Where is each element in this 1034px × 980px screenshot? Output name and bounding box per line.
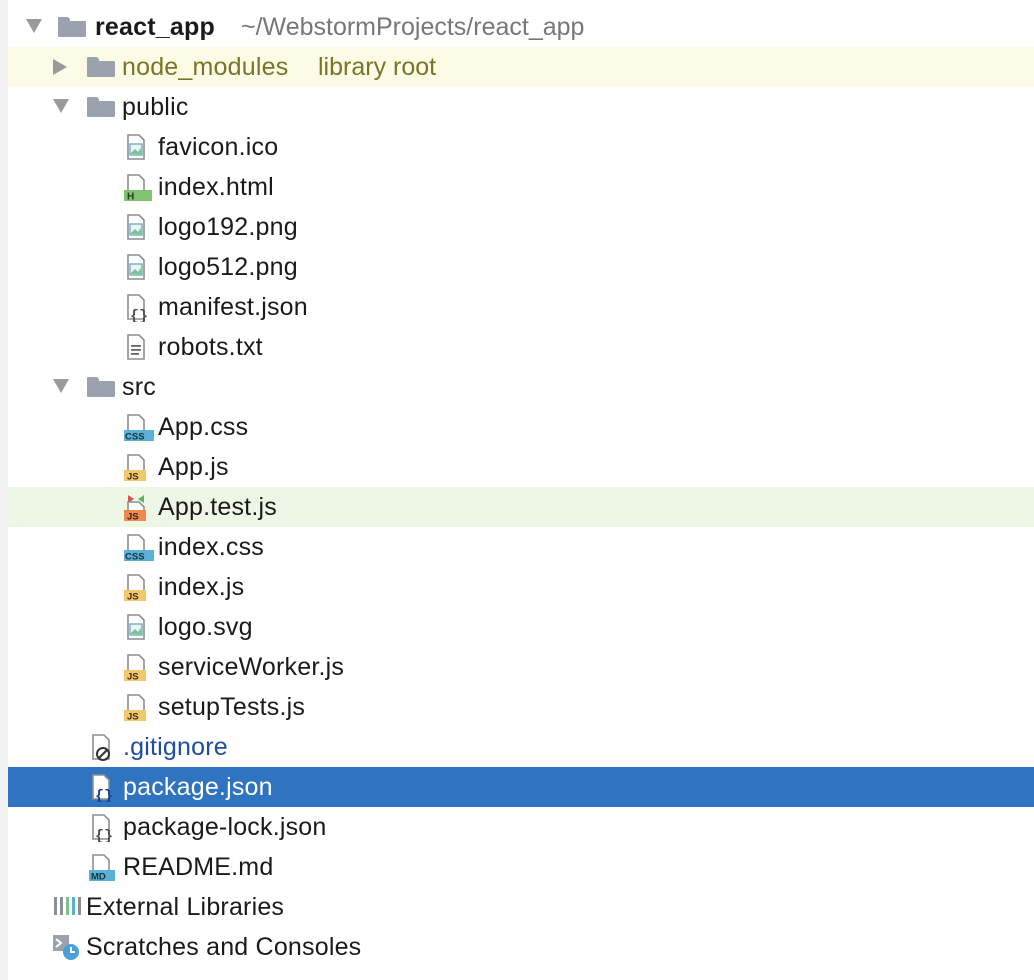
tree-row-package-json[interactable]: {} package.json	[8, 767, 1034, 807]
js-badge-text: JS	[127, 512, 139, 523]
js-badge-text: JS	[127, 712, 139, 723]
file-name: favicon.ico	[158, 133, 279, 161]
libraries-icon	[52, 894, 82, 922]
tree-row-logo192[interactable]: logo192.png	[8, 207, 1034, 247]
file-name: package.json	[123, 773, 273, 801]
root-folder-name: react_app	[95, 13, 215, 41]
folder-icon	[87, 377, 115, 397]
css-badge-text: CSS	[125, 432, 145, 443]
tree-row-app-js[interactable]: JS App.js	[8, 447, 1034, 487]
tree-row-index-html[interactable]: H index.html	[8, 167, 1034, 207]
image-file-icon	[124, 214, 154, 242]
css-file-icon: CSS	[124, 414, 154, 442]
file-name: manifest.json	[158, 293, 308, 321]
tree-row-logo-svg[interactable]: logo.svg	[8, 607, 1034, 647]
js-file-icon: JS	[124, 454, 154, 482]
js-badge-text: JS	[127, 672, 139, 683]
file-name: logo.svg	[158, 613, 253, 641]
tree-row-service-worker[interactable]: JS serviceWorker.js	[8, 647, 1034, 687]
tree-row-app-css[interactable]: CSS App.css	[8, 407, 1034, 447]
tree-row-scratches[interactable]: Scratches and Consoles	[8, 927, 1034, 967]
tree-row-gitignore[interactable]: .gitignore	[8, 727, 1034, 767]
html-badge-text: H	[127, 192, 134, 203]
public-folder-name: public	[122, 93, 189, 121]
file-name: index.js	[158, 573, 245, 601]
folder-icon	[58, 17, 86, 37]
svg-text:{}: {}	[95, 828, 113, 842]
svg-text:{}: {}	[95, 788, 113, 802]
folder-icon	[87, 57, 115, 77]
src-folder-name: src	[122, 373, 156, 401]
expand-arrow-icon[interactable]	[26, 19, 42, 33]
json-file-icon: {}	[89, 774, 119, 802]
js-badge-text: JS	[127, 592, 139, 603]
root-folder-path: ~/WebstormProjects/react_app	[241, 13, 585, 41]
markdown-file-icon: MD	[89, 854, 119, 882]
tree-row-logo512[interactable]: logo512.png	[8, 247, 1034, 287]
file-name: serviceWorker.js	[158, 653, 345, 681]
project-tree: react_app ~/WebstormProjects/react_app n…	[0, 0, 1034, 980]
file-name: package-lock.json	[123, 813, 327, 841]
js-file-icon: JS	[124, 654, 154, 682]
js-badge-text: JS	[127, 472, 139, 483]
tree-row-index-js[interactable]: JS index.js	[8, 567, 1034, 607]
scratches-icon	[52, 934, 82, 962]
tree-row-root[interactable]: react_app ~/WebstormProjects/react_app	[8, 7, 1034, 47]
md-badge-text: MD	[91, 872, 106, 883]
css-file-icon: CSS	[124, 534, 154, 562]
file-name: index.html	[158, 173, 274, 201]
tree-row-robots[interactable]: robots.txt	[8, 327, 1034, 367]
tree-row-setup-tests[interactable]: JS setupTests.js	[8, 687, 1034, 727]
file-name: App.css	[158, 413, 249, 441]
js-file-icon: JS	[124, 694, 154, 722]
node-modules-name: node_modules	[122, 53, 289, 81]
expand-arrow-icon[interactable]	[53, 99, 69, 113]
scratches-label: Scratches and Consoles	[86, 933, 362, 961]
library-root-hint: library root	[318, 53, 437, 81]
tree-row-readme[interactable]: MD README.md	[8, 847, 1034, 887]
image-file-icon	[124, 254, 154, 282]
tree-row-public[interactable]: public	[8, 87, 1034, 127]
tree-row-external-libraries[interactable]: External Libraries	[8, 887, 1034, 927]
json-file-icon: {}	[124, 294, 154, 322]
test-js-file-icon: JS	[124, 494, 154, 522]
image-file-icon	[124, 614, 154, 642]
file-name: robots.txt	[158, 333, 263, 361]
file-name: README.md	[123, 853, 274, 881]
image-file-icon	[124, 134, 154, 162]
tree-row-package-lock[interactable]: {} package-lock.json	[8, 807, 1034, 847]
tree-row-index-css[interactable]: CSS index.css	[8, 527, 1034, 567]
html-file-icon: H	[124, 174, 154, 202]
tree-row-app-test-js[interactable]: JS App.test.js	[8, 487, 1034, 527]
js-file-icon: JS	[124, 574, 154, 602]
collapse-arrow-icon[interactable]	[53, 59, 67, 75]
text-file-icon	[124, 334, 154, 362]
tree-row-node-modules[interactable]: node_modules library root	[8, 47, 1034, 87]
file-name: setupTests.js	[158, 693, 306, 721]
svg-text:{}: {}	[130, 308, 148, 322]
file-name: .gitignore	[123, 733, 228, 761]
external-libraries-label: External Libraries	[86, 893, 285, 921]
tree-row-manifest[interactable]: {} manifest.json	[8, 287, 1034, 327]
folder-icon	[87, 97, 115, 117]
file-name: App.test.js	[158, 493, 277, 521]
tree-row-favicon[interactable]: favicon.ico	[8, 127, 1034, 167]
file-name: App.js	[158, 453, 229, 481]
css-badge-text: CSS	[125, 552, 145, 563]
ignore-file-icon	[89, 734, 119, 762]
file-name: index.css	[158, 533, 265, 561]
file-name: logo192.png	[158, 213, 298, 241]
json-file-icon: {}	[89, 814, 119, 842]
expand-arrow-icon[interactable]	[53, 379, 69, 393]
tree-row-src[interactable]: src	[8, 367, 1034, 407]
file-name: logo512.png	[158, 253, 298, 281]
